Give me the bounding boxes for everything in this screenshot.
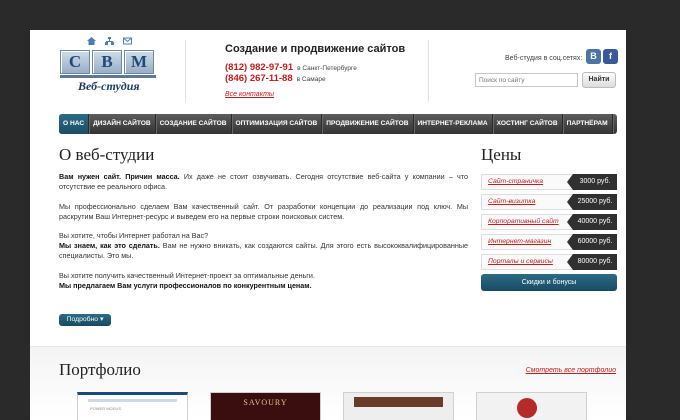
home-icon[interactable] bbox=[87, 37, 96, 45]
header-title: Создание и продвижение сайтов bbox=[225, 43, 406, 55]
thumb-caption: SAVOURY bbox=[243, 398, 288, 407]
about-bold: Вам нужен сайт. Причин масса. bbox=[59, 172, 180, 181]
all-portfolio-link[interactable]: Смотреть все портфолио bbox=[526, 367, 616, 374]
price-value: 60000 руб. bbox=[567, 234, 617, 250]
top-icons bbox=[87, 37, 132, 45]
nav-item-design[interactable]: ДИЗАЙН САЙТОВ bbox=[89, 114, 156, 134]
nav-item-advertising[interactable]: ИНТЕРНЕТ-РЕКЛАМА bbox=[414, 114, 493, 134]
logo-letter: B bbox=[92, 50, 122, 74]
phones: (812) 982-97-91 в Санкт-Петербурге (846)… bbox=[225, 62, 357, 84]
about-paragraph: Мы профессионально сделаем Вам качествен… bbox=[59, 201, 468, 221]
search-input[interactable] bbox=[475, 73, 578, 87]
phone-city: в Самаре bbox=[296, 76, 326, 83]
phone-row: (812) 982-97-91 в Санкт-Петербурге bbox=[225, 62, 357, 73]
price-item-link[interactable]: Корпоративный сайт bbox=[481, 214, 573, 230]
price-item-link[interactable]: Интернет-магазин bbox=[481, 234, 573, 250]
nav-item-partners[interactable]: ПАРТНЁРАМ bbox=[563, 114, 613, 134]
thumb-caption: POWER MODUS bbox=[90, 406, 122, 411]
about-text: Вы хотите, чтобы Интернет работал на Вас… bbox=[59, 231, 209, 240]
all-contacts-link[interactable]: Все контакты bbox=[225, 91, 274, 98]
thumb-emblem bbox=[517, 398, 537, 418]
price-item-link[interactable]: Порталы и сервисы bbox=[481, 254, 573, 270]
more-button[interactable]: Подробно ▾ bbox=[59, 314, 111, 326]
header-divider bbox=[185, 40, 186, 102]
portfolio-thumb-2[interactable]: SAVOURY bbox=[210, 392, 321, 420]
mail-icon[interactable] bbox=[123, 37, 132, 45]
logo[interactable]: C B M Веб-студия bbox=[60, 50, 158, 98]
price-item-link[interactable]: Сайт-страничка bbox=[481, 174, 573, 190]
logo-letter: M bbox=[124, 50, 154, 74]
price-row: Сайт-страничка 3000 руб. bbox=[481, 174, 617, 190]
price-value: 40000 руб. bbox=[567, 214, 617, 230]
social-label: Веб-студия в соц.сетях: bbox=[505, 55, 583, 62]
portfolio-thumb-3[interactable] bbox=[343, 392, 454, 420]
page: C B M Веб-студия Создание и продвижение … bbox=[30, 30, 626, 420]
about-text: Вы хотите получить качественный Интернет… bbox=[59, 270, 315, 280]
facebook-icon[interactable]: f bbox=[603, 49, 618, 64]
nav-item-promotion[interactable]: ПРОДВИЖЕНИЕ САЙТОВ bbox=[322, 114, 414, 134]
price-row: Порталы и сервисы 80000 руб. bbox=[481, 254, 617, 270]
portfolio-thumb-4[interactable] bbox=[476, 392, 587, 420]
about-title: О веб-студии bbox=[59, 145, 155, 164]
price-value: 25000 руб. bbox=[567, 194, 617, 210]
nav-item-hosting[interactable]: ХОСТИНГ САЙТОВ bbox=[493, 114, 563, 134]
nav-item-optimization[interactable]: ОПТИМИЗАЦИЯ САЙТОВ bbox=[232, 114, 323, 134]
search-button[interactable]: Найти bbox=[582, 72, 616, 88]
about-paragraph: Вы хотите получить качественный Интернет… bbox=[59, 271, 468, 291]
thumb-banner bbox=[354, 397, 443, 407]
about-bold: Мы знаем, как это сделать. bbox=[59, 241, 160, 250]
price-value: 80000 руб. bbox=[567, 254, 617, 270]
logo-letters: C B M bbox=[60, 50, 158, 74]
vk-icon[interactable]: В bbox=[586, 49, 601, 64]
phone-number[interactable]: (846) 267-11-88 bbox=[225, 73, 293, 84]
main-nav: О НАС ДИЗАЙН САЙТОВ СОЗДАНИЕ САЙТОВ ОПТИ… bbox=[59, 114, 626, 134]
discounts-button[interactable]: Скидки и бонусы bbox=[481, 274, 617, 291]
prices-title: Цены bbox=[481, 145, 522, 164]
portfolio-title: Портфолио bbox=[59, 360, 141, 379]
logo-subtitle: Веб-студия bbox=[78, 79, 140, 93]
sitemap-icon[interactable] bbox=[105, 37, 114, 45]
phone-number[interactable]: (812) 982-97-91 bbox=[225, 62, 293, 73]
logo-letter: C bbox=[60, 50, 90, 74]
about-paragraph: Вы хотите, чтобы Интернет работал на Вас… bbox=[59, 231, 468, 261]
phone-city: в Санкт-Петербурге bbox=[297, 65, 357, 72]
about-bold: Мы предлагаем Вам услуги профессионалов … bbox=[59, 280, 312, 290]
price-list: Сайт-страничка 3000 руб. Сайт-визитка 25… bbox=[481, 174, 617, 274]
logo-base bbox=[60, 75, 156, 78]
about-paragraph: Вам нужен сайт. Причин масса. Их даже не… bbox=[59, 172, 468, 192]
nav-item-creation[interactable]: СОЗДАНИЕ САЙТОВ bbox=[156, 114, 232, 134]
phone-row: (846) 267-11-88 в Самаре bbox=[225, 73, 357, 84]
thumb-header-bar bbox=[88, 399, 177, 402]
header-divider bbox=[428, 40, 429, 102]
price-row: Интернет-магазин 60000 руб. bbox=[481, 234, 617, 250]
about-body: Вам нужен сайт. Причин масса. Их даже не… bbox=[59, 172, 468, 300]
price-row: Корпоративный сайт 40000 руб. bbox=[481, 214, 617, 230]
nav-item-about[interactable]: О НАС bbox=[59, 114, 90, 134]
portfolio-thumb-1[interactable]: POWER MODUS bbox=[77, 392, 188, 420]
price-value: 3000 руб. bbox=[567, 174, 617, 190]
nav-item-contacts[interactable]: КОНТАКТЫ bbox=[613, 114, 626, 134]
price-row: Сайт-визитка 25000 руб. bbox=[481, 194, 617, 210]
price-item-link[interactable]: Сайт-визитка bbox=[481, 194, 573, 210]
